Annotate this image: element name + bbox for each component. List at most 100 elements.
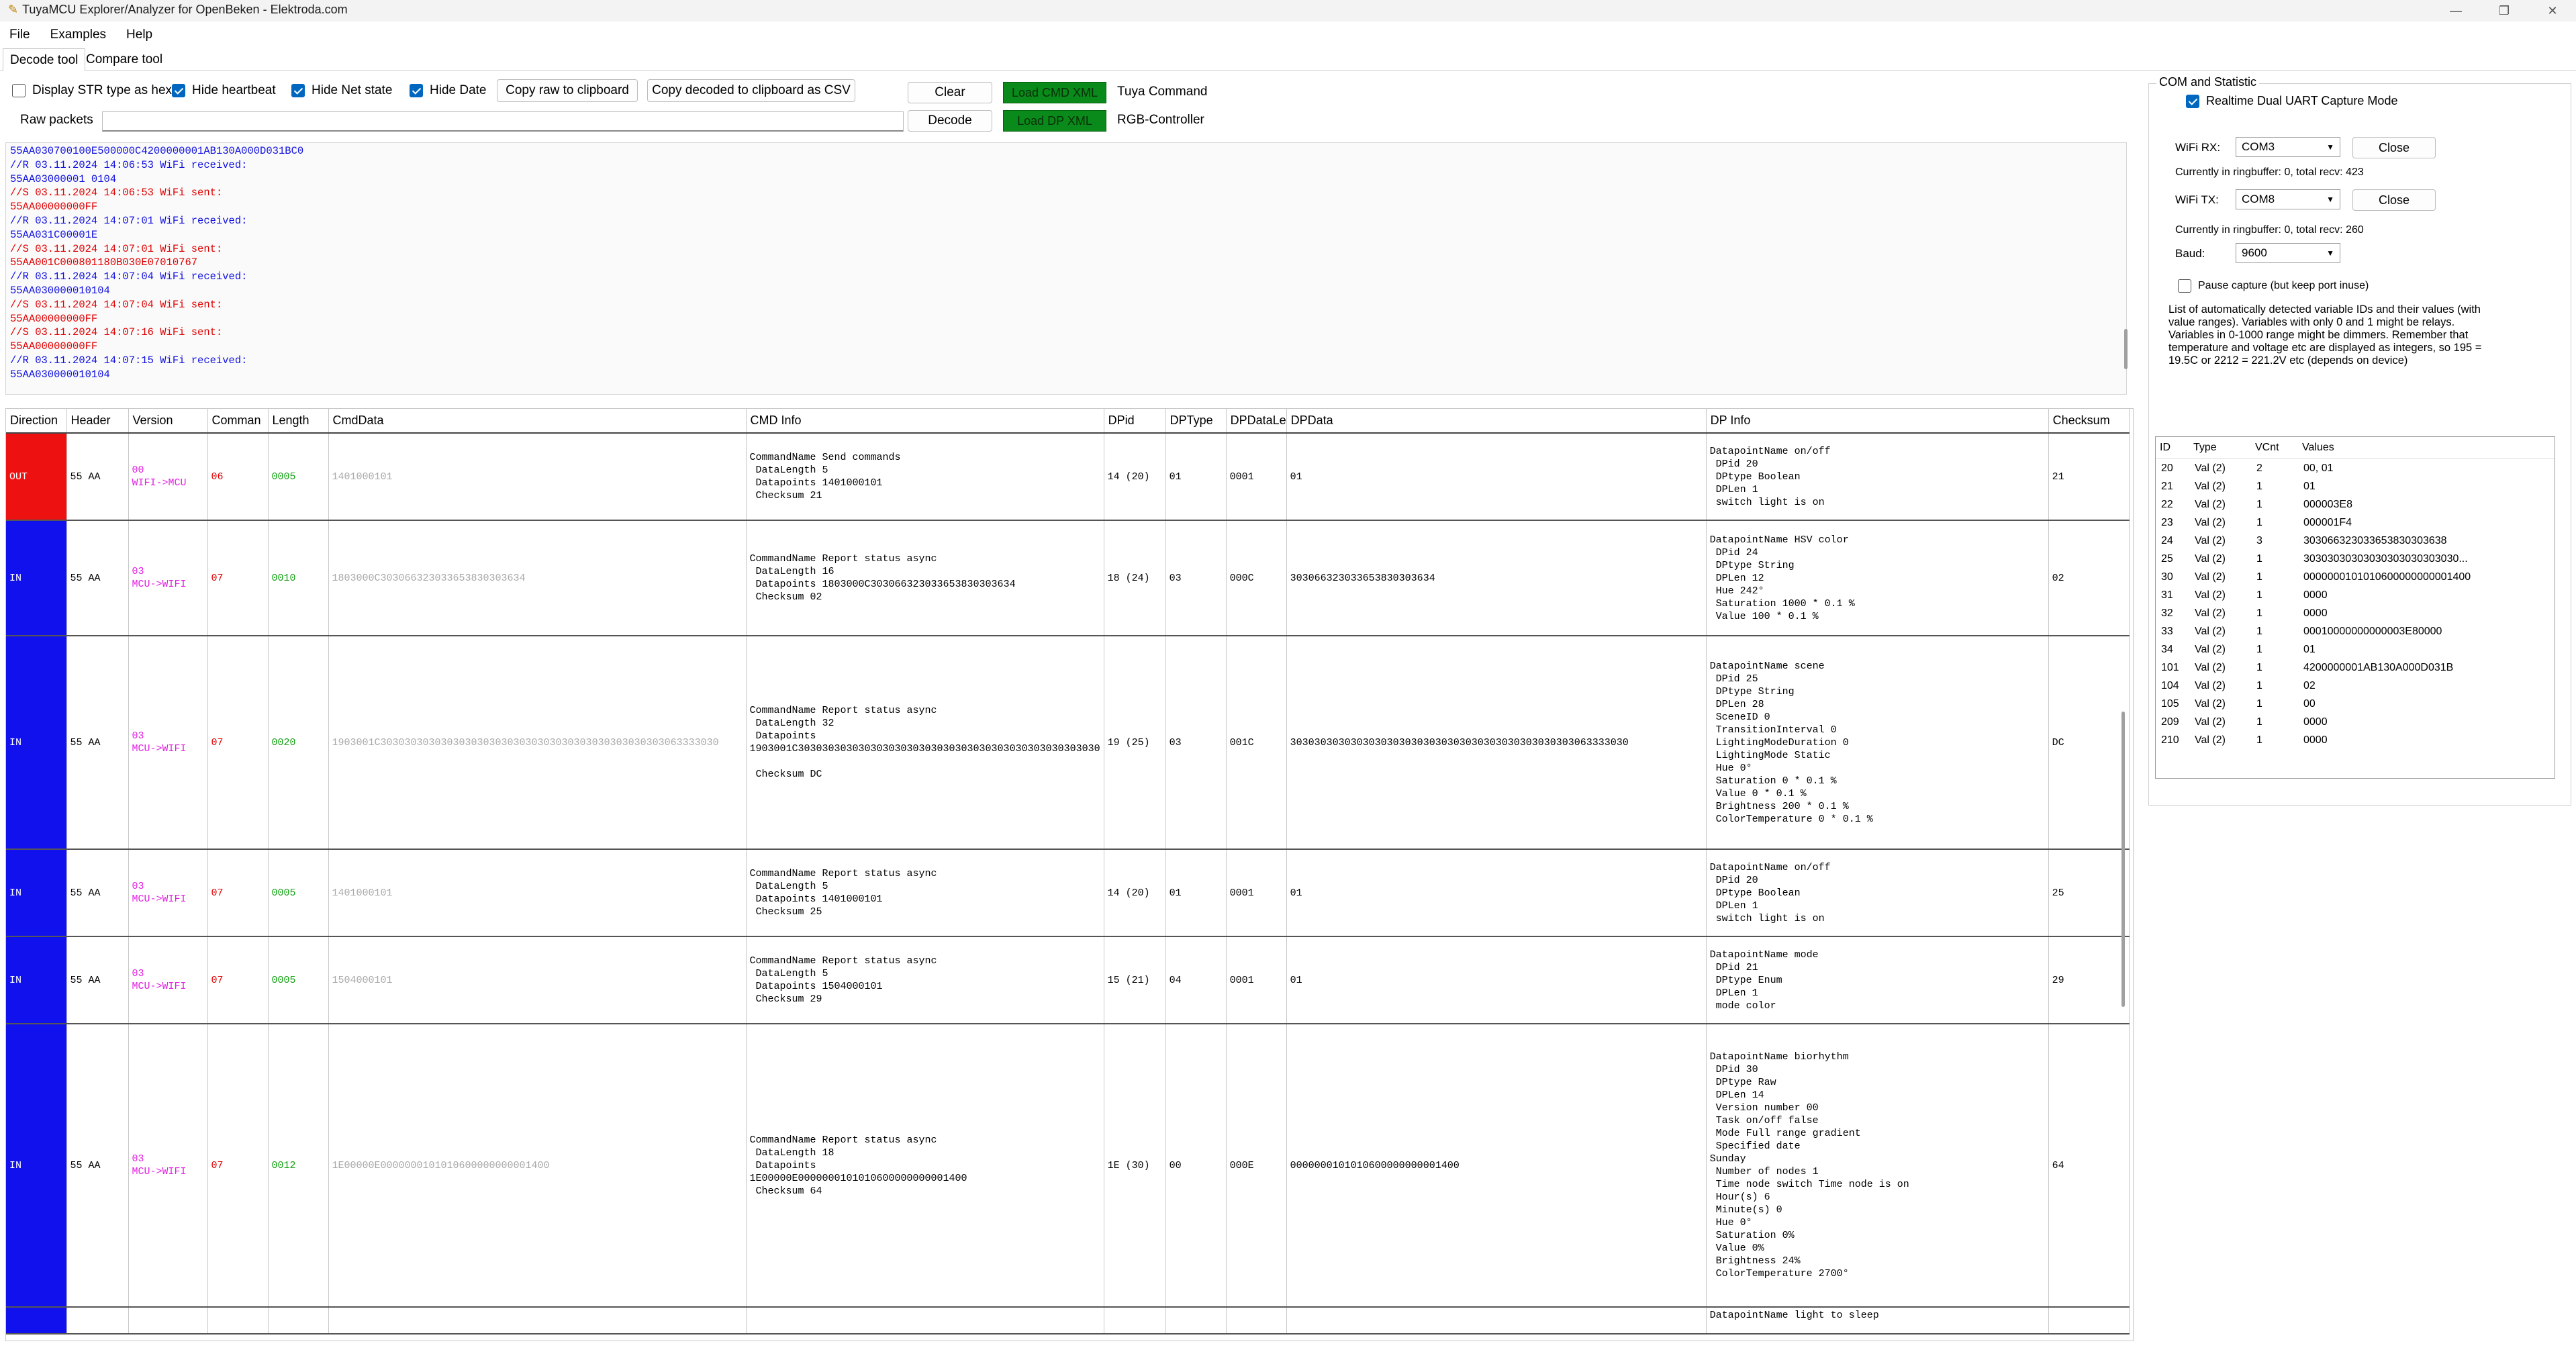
ids-row[interactable]: 31 Val (2) 1 0000 [2156, 586, 2555, 604]
wifi-rx-select[interactable]: COM3 ▼ [2236, 137, 2340, 157]
ids-row[interactable]: 25 Val (2) 1 30303030303030303030303030... [2156, 550, 2555, 568]
tab-compare-tool[interactable]: Compare tool [79, 48, 169, 71]
ids-row[interactable]: 104 Val (2) 1 02 [2156, 677, 2555, 695]
column-header[interactable]: DPType [1165, 409, 1227, 434]
pause-capture-checkbox[interactable]: Pause capture (but keep port inuse) [2178, 279, 2369, 293]
ids-cell: 000001F4 [2303, 516, 2352, 528]
column-header[interactable]: DPDataLe [1226, 409, 1287, 434]
ids-row[interactable]: 20 Val (2) 2 00, 01 [2156, 458, 2555, 477]
copy-raw-button[interactable]: Copy raw to clipboard [497, 79, 638, 102]
ids-column-header[interactable]: Values [2298, 437, 2555, 459]
column-header[interactable]: Checksum [2048, 409, 2130, 434]
close-window-button[interactable]: ✕ [2532, 0, 2573, 21]
ids-row[interactable]: 22 Val (2) 1 000003E8 [2156, 495, 2555, 514]
cell-checksum: 02 [2048, 520, 2130, 636]
log-line: 55AA00000000FF [10, 201, 98, 213]
column-header[interactable]: Direction [6, 409, 67, 434]
ids-cell: 209 [2161, 716, 2179, 728]
tab-decode-tool[interactable]: Decode tool [3, 48, 86, 71]
table-scrollbar[interactable] [2121, 712, 2125, 1007]
wifi-tx-select[interactable]: COM8 ▼ [2236, 189, 2340, 209]
column-header[interactable]: DPid [1104, 409, 1166, 434]
rx-stats: Currently in ringbuffer: 0, total recv: … [2175, 166, 2364, 178]
log-line: //R 03.11.2024 14:07:15 WiFi received: [10, 354, 248, 367]
hide-heartbeat-checkbox[interactable]: Hide heartbeat [172, 83, 276, 98]
cell-dpinfo: DatapointName mode DPid 21 DPtype Enum D… [1706, 936, 2049, 1024]
display-str-hex-label: Display STR type as hex [32, 83, 173, 97]
hide-net-state-checkbox[interactable]: Hide Net state [291, 83, 392, 98]
column-header[interactable]: Length [268, 409, 329, 434]
ids-row[interactable]: 23 Val (2) 1 000001F4 [2156, 514, 2555, 532]
copy-decoded-button[interactable]: Copy decoded to clipboard as CSV [647, 79, 855, 102]
ids-row[interactable]: 24 Val (2) 3 303066323033653830303638 [2156, 532, 2555, 550]
ids-row[interactable]: 32 Val (2) 1 0000 [2156, 604, 2555, 622]
ids-column-header[interactable]: ID [2156, 437, 2189, 459]
load-dp-xml-button[interactable]: Load DP XML [1003, 110, 1106, 132]
menu-examples[interactable]: Examples [50, 28, 106, 42]
table-row[interactable]: IN 55 AA 03 MCU->WIFI 07 0020 1903001C3030303… [6, 636, 2130, 850]
cell-header: 55 AA [66, 520, 129, 636]
tab-bar [0, 48, 2576, 71]
maximize-button[interactable]: ❐ [2484, 0, 2524, 21]
ids-row[interactable]: 33 Val (2) 1 00010000000000003E80000 [2156, 622, 2555, 640]
load-cmd-xml-button[interactable]: Load CMD XML [1003, 82, 1106, 103]
ids-row[interactable]: 21 Val (2) 1 01 [2156, 477, 2555, 495]
ids-row[interactable]: 34 Val (2) 1 01 [2156, 640, 2555, 659]
ids-row[interactable]: 30 Val (2) 1 0000000101010600000000001400 [2156, 568, 2555, 586]
column-header[interactable]: Header [66, 409, 129, 434]
ids-row[interactable]: 101 Val (2) 1 4200000001AB130A000D031B [2156, 659, 2555, 677]
log-line: //S 03.11.2024 14:07:16 WiFi sent: [10, 326, 223, 339]
hide-date-checkbox[interactable]: Hide Date [410, 83, 487, 98]
log-line: 55AA030000010104 [10, 284, 110, 297]
log-line: 55AA001C000801180B030E07010767 [10, 256, 198, 269]
menu-file[interactable]: File [9, 28, 30, 42]
ids-cell: 0000 [2303, 734, 2328, 746]
baud-select[interactable]: 9600 ▼ [2236, 243, 2340, 263]
variable-ids-table[interactable]: ID Type VCnt Values 20 Val (2) 2 00, 01 21 Val (… [2155, 436, 2555, 779]
ids-row[interactable]: 210 Val (2) 1 0000 [2156, 731, 2555, 749]
ids-cell: 104 [2161, 679, 2179, 691]
column-header[interactable]: DP Info [1706, 409, 2049, 434]
cell-checksum [2048, 1307, 2130, 1335]
raw-packets-input[interactable] [102, 111, 904, 132]
close-rx-button[interactable]: Close [2352, 137, 2436, 158]
ids-cell: 101 [2161, 661, 2179, 673]
table-row[interactable]: OUT 55 AA 00 WIFI->MCU 06 0005 1401000101 Comm… [6, 433, 2130, 521]
cell-dptype: 04 [1165, 936, 1227, 1024]
table-row[interactable]: IN 55 AA 03 MCU->WIFI 07 0012 1E00000E0000000… [6, 1024, 2130, 1308]
column-header[interactable]: CmdData [328, 409, 747, 434]
table-row[interactable]: IN 55 AA 03 MCU->WIFI 07 0005 1401000101 Comma… [6, 849, 2130, 937]
table-row[interactable]: IN 55 AA 03 MCU->WIFI 07 0010 1803000C3030663… [6, 520, 2130, 636]
cell-cmd [207, 1307, 269, 1335]
ids-row[interactable]: 209 Val (2) 1 0000 [2156, 713, 2555, 731]
cell-header [66, 1307, 129, 1335]
column-header[interactable]: DPData [1286, 409, 1707, 434]
hide-heartbeat-label: Hide heartbeat [192, 83, 276, 97]
table-row[interactable]: DatapointName light to sleep [6, 1307, 2130, 1335]
ids-row[interactable]: 105 Val (2) 1 00 [2156, 695, 2555, 713]
decode-button[interactable]: Decode [908, 110, 992, 132]
menu-help[interactable]: Help [126, 28, 152, 42]
table-row[interactable]: IN 55 AA 03 MCU->WIFI 07 0005 1504000101 Comma… [6, 936, 2130, 1024]
log-scrollbar[interactable] [2124, 329, 2128, 369]
ids-cell: 3 [2256, 534, 2262, 546]
cell-header: 55 AA [66, 849, 129, 937]
log-line: 55AA030700100E500000C4200000001AB130A000… [10, 145, 304, 157]
clear-button[interactable]: Clear [908, 82, 992, 103]
cell-checksum: 21 [2048, 433, 2130, 521]
minimize-button[interactable]: — [2436, 0, 2476, 21]
raw-log-textarea[interactable]: 55AA030700100E500000C4200000001AB130A000… [5, 142, 2127, 395]
realtime-capture-checkbox[interactable]: Realtime Dual UART Capture Mode [2186, 94, 2397, 108]
ids-cell: 00010000000000003E80000 [2303, 625, 2442, 637]
ids-column-header[interactable]: VCnt [2251, 437, 2298, 459]
cell-cmddata: 1903001C30303030303030303030303030303030… [328, 636, 747, 850]
decoded-packets-table[interactable]: Direction Header Version Comman Length CmdDat… [5, 408, 2134, 1341]
ids-column-header[interactable]: Type [2189, 437, 2251, 459]
close-tx-button[interactable]: Close [2352, 189, 2436, 211]
column-header[interactable]: Version [128, 409, 208, 434]
cell-cmddata: 1401000101 [328, 433, 747, 521]
column-header[interactable]: CMD Info [746, 409, 1104, 434]
cell-dpid: 14 (20) [1104, 849, 1166, 937]
column-header[interactable]: Comman [207, 409, 269, 434]
display-str-hex-checkbox[interactable]: Display STR type as hex [12, 83, 172, 98]
